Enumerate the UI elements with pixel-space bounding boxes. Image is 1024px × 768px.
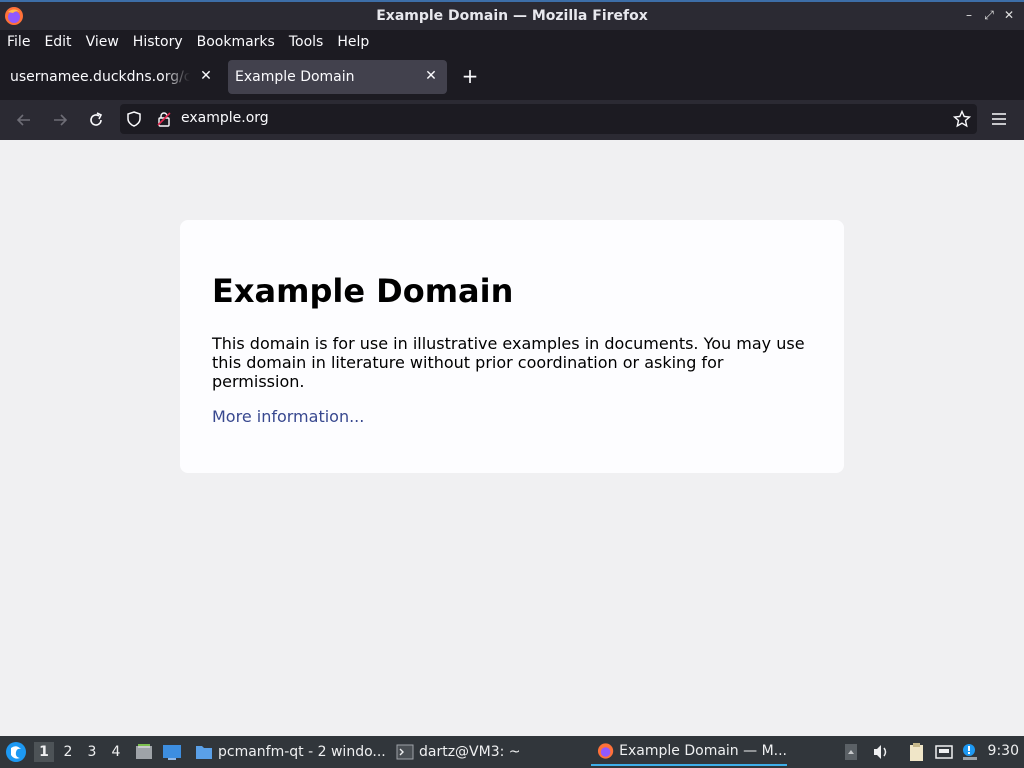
reload-button[interactable] [84,108,108,132]
window-controls: – ⤢ ✕ [962,7,1016,23]
new-tab-button[interactable]: + [459,64,481,88]
maximize-icon[interactable]: ⤢ [982,7,996,23]
volume-slider-icon[interactable] [843,742,859,762]
desktop-4[interactable]: 4 [106,742,126,762]
content-card: Example Domain This domain is for use in… [180,220,844,473]
tab-usernamee[interactable]: usernamee.duckdns.org/cmd ✕ [0,60,222,94]
menu-history[interactable]: History [133,34,183,50]
speaker-icon[interactable] [871,742,891,762]
task-terminal[interactable]: dartz@VM3: ~ [396,738,521,766]
window-titlebar[interactable]: Example Domain — Mozilla Firefox – ⤢ ✕ [0,0,1024,30]
hamburger-menu-icon[interactable] [988,108,1010,130]
menu-view[interactable]: View [86,34,119,50]
page-description: This domain is for use in illustrative e… [212,334,805,391]
url-text[interactable]: example.org [181,110,269,126]
reload-icon [90,112,103,126]
task-label: dartz@VM3: ~ [419,744,521,760]
network-icon[interactable] [934,742,954,762]
bookmark-star-icon[interactable] [953,110,971,128]
menu-tools[interactable]: Tools [289,34,324,50]
tab-bar: usernamee.duckdns.org/cmd ✕ Example Doma… [0,54,1024,100]
terminal-icon [396,744,414,760]
menu-edit[interactable]: Edit [44,34,71,50]
desktop-3[interactable]: 3 [82,742,102,762]
menu-help[interactable]: Help [337,34,369,50]
forward-button[interactable] [48,108,72,132]
notification-icon[interactable] [960,742,980,762]
back-button[interactable] [12,108,36,132]
taskbar: 1 2 3 4 pcmanfm-qt - 2 windo... dartz@VM… [0,736,1024,768]
firefox-logo-icon [5,7,23,25]
menu-bookmarks[interactable]: Bookmarks [197,34,275,50]
start-menu-icon[interactable] [4,740,28,764]
insecure-lock-icon[interactable] [156,111,172,127]
page-viewport: Example Domain This domain is for use in… [0,140,1024,736]
tab-label: usernamee.duckdns.org/cmd [10,69,190,85]
menu-file[interactable]: File [7,34,30,50]
desktop-2[interactable]: 2 [58,742,78,762]
task-firefox[interactable]: Example Domain — M... [591,738,787,766]
tab-example-domain[interactable]: Example Domain ✕ [228,60,447,94]
tracking-protection-shield-icon[interactable] [126,111,142,127]
clipboard-icon[interactable] [907,742,927,762]
page-heading: Example Domain [212,272,514,310]
folder-icon [196,746,212,759]
desktop-1[interactable]: 1 [34,742,54,762]
tab-label: Example Domain [235,69,355,85]
more-information-link[interactable]: More information... [212,407,364,426]
clock: 9:30 [987,743,1019,759]
window-title: Example Domain — Mozilla Firefox [376,8,648,24]
task-label: pcmanfm-qt - 2 windo... [218,744,386,760]
minimize-icon[interactable]: – [962,7,976,23]
close-tab-icon[interactable]: ✕ [423,68,439,84]
url-bar[interactable]: example.org [120,104,977,134]
task-pcmanfm[interactable]: pcmanfm-qt - 2 windo... [195,738,386,766]
close-tab-icon[interactable]: ✕ [198,68,214,84]
show-desktop-icon[interactable] [162,742,182,762]
menu-bar: File Edit View History Bookmarks Tools H… [0,30,1024,54]
close-window-icon[interactable]: ✕ [1002,7,1016,23]
firefox-icon [597,743,614,759]
task-label: Example Domain — M... [619,743,787,759]
back-arrow-icon [16,114,30,126]
forward-arrow-icon [54,114,68,126]
file-manager-launcher-icon[interactable] [134,742,154,762]
